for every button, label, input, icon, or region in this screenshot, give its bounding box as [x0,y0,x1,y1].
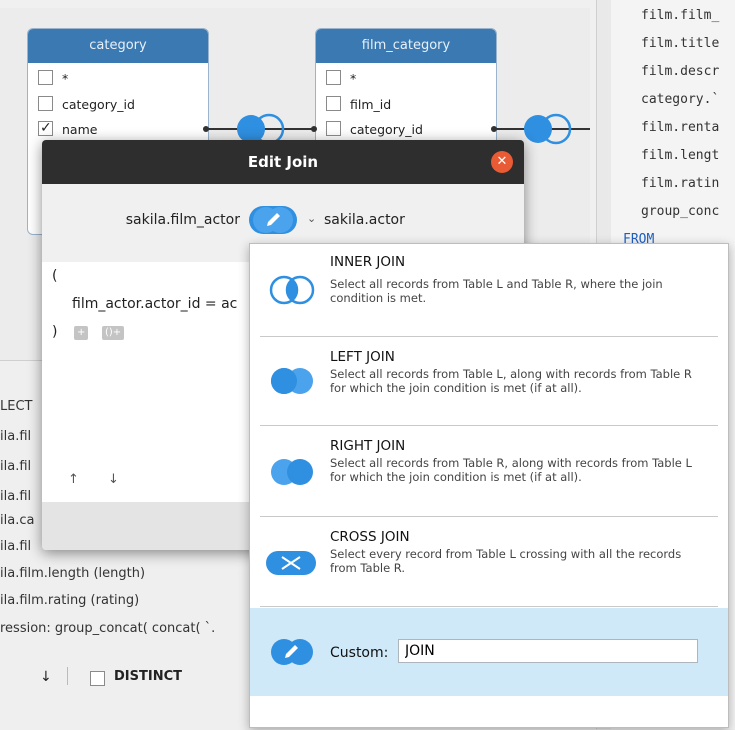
toolbar-divider [67,667,68,685]
divider [260,606,718,607]
join-type-menu[interactable]: INNER JOIN Select all records from Table… [249,243,729,728]
dialog-title: Edit Join [42,140,524,184]
column-checkbox[interactable] [38,70,53,85]
menu-item-right-join[interactable]: RIGHT JOIN Select all records from Table… [250,426,728,516]
column-row[interactable]: category_id [326,120,423,140]
column-row[interactable]: name [38,118,98,140]
column-item[interactable]: ila.ca [0,513,34,528]
move-down-icon[interactable]: ↓ [108,472,119,487]
left-table-name: sakila.film_actor [125,212,240,228]
left-join-icon[interactable] [521,111,573,147]
column-item[interactable]: ila.fil [0,489,31,504]
inner-join-icon [269,275,315,305]
column-checkbox[interactable] [326,96,341,111]
close-paren: ) [52,324,58,340]
distinct-checkbox[interactable] [90,671,105,686]
distinct-label: DISTINCT [114,669,182,684]
column-row[interactable]: * [326,69,356,89]
pencil-icon [253,207,293,233]
sql-line: group_conc [641,204,720,219]
join-condition[interactable]: film_actor.actor_id = ac [72,296,237,312]
columns-toolbar: ↓ DISTINCT [0,661,250,697]
chevron-down-icon[interactable]: ⌄ [307,212,316,225]
option-description: Select all records from Table L and Tabl… [330,277,663,305]
right-table-name: sakila.actor [324,212,405,228]
custom-join-input[interactable] [398,639,698,663]
menu-item-left-join[interactable]: LEFT JOIN Select all records from Table … [250,337,728,425]
column-name: name [62,122,98,137]
sql-line: film.renta [641,120,720,135]
column-item[interactable]: ila.film.rating (rating) [0,593,139,608]
option-description: Select all records from Table L, along w… [330,367,692,395]
add-condition-button[interactable]: + [74,326,89,340]
column-checkbox[interactable] [38,96,53,111]
column-item[interactable]: ila.fil [0,539,31,554]
column-name: * [350,71,357,86]
open-paren: ( [52,268,58,284]
option-title: CROSS JOIN [330,529,410,545]
custom-join-label: Custom: [330,645,389,661]
column-row[interactable]: * [38,69,68,89]
menu-item-cross-join[interactable]: CROSS JOIN Select every record from Tabl… [250,517,728,605]
right-join-icon [271,459,313,485]
column-name: category_id [350,122,423,137]
join-type-button[interactable] [249,206,297,234]
join-anchor [203,126,209,132]
sql-line: film.descr [641,64,720,79]
column-checkbox[interactable] [38,118,53,138]
sql-line: film.ratin [641,176,720,191]
column-row[interactable]: film_id [326,95,391,115]
sql-line: category.` [641,92,720,107]
pencil-icon [271,639,313,665]
column-checkbox[interactable] [326,121,341,136]
column-item[interactable]: ila.film.length (length) [0,566,145,581]
table-title: film_category [316,29,496,63]
join-anchor [311,126,317,132]
sql-line: film.title [641,36,720,51]
option-description: Select all records from Table R, along w… [330,456,692,484]
column-row[interactable]: category_id [38,95,135,115]
column-item[interactable]: ression: group_concat( concat( `. [0,621,215,636]
cross-join-icon [266,551,316,575]
sql-line: film.lengt [641,148,720,163]
column-name: film_id [350,97,392,112]
move-down-icon[interactable]: ↓ [40,669,52,685]
column-name: * [62,71,69,86]
select-heading: LECT [0,399,33,414]
menu-item-custom-join[interactable]: Custom: [250,608,728,696]
option-title: INNER JOIN [330,254,406,270]
column-name: category_id [62,97,135,112]
option-title: RIGHT JOIN [330,438,406,454]
menu-item-inner-join[interactable]: INNER JOIN Select all records from Table… [250,244,728,336]
column-checkbox[interactable] [326,70,341,85]
option-description: Select every record from Table L crossin… [330,547,682,575]
join-anchor [491,126,497,132]
add-group-button[interactable]: ()+ [102,326,125,340]
left-join-icon [271,368,313,394]
column-item[interactable]: ila.fil [0,429,31,444]
close-icon[interactable]: ✕ [491,151,513,173]
column-item[interactable]: ila.fil [0,459,31,474]
move-up-icon[interactable]: ↑ [68,472,79,487]
sql-line: film.film_ [641,8,720,23]
table-title: category [28,29,208,63]
option-title: LEFT JOIN [330,349,395,365]
